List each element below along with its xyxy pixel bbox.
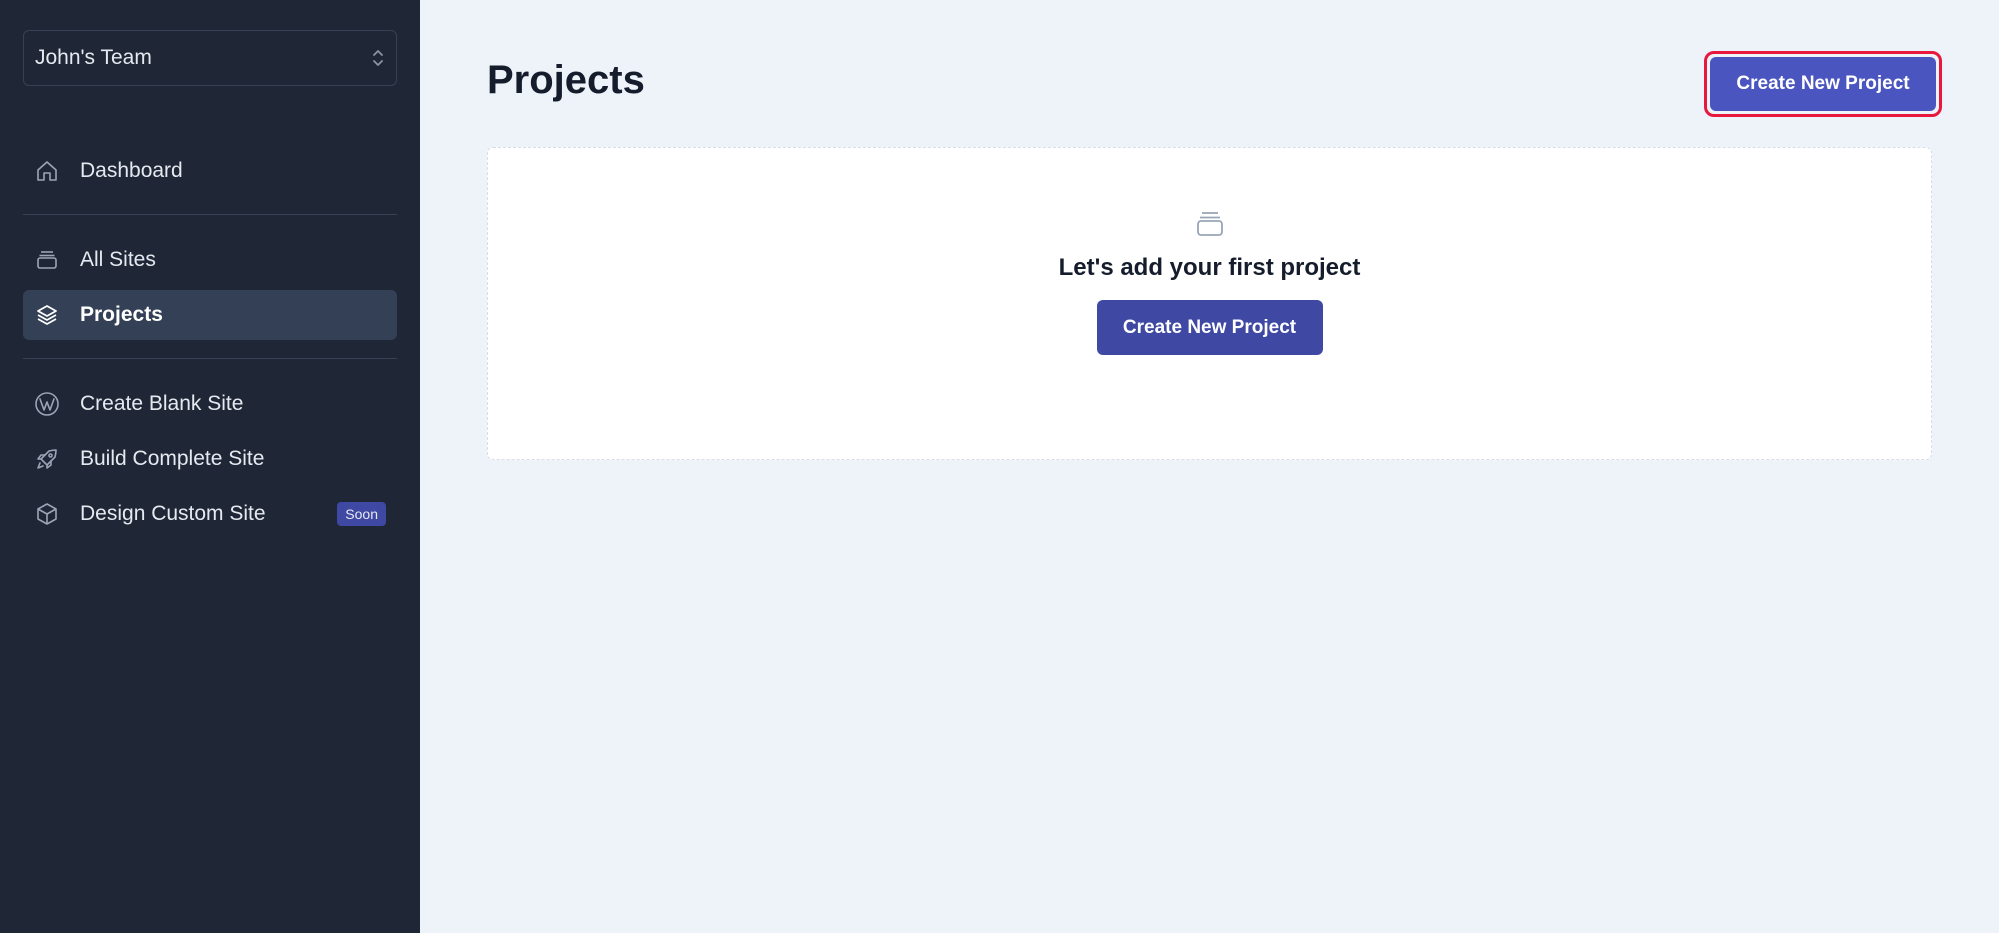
stack-box-icon bbox=[1195, 210, 1225, 240]
team-name: John's Team bbox=[35, 46, 152, 69]
sidebar-divider bbox=[23, 214, 397, 215]
create-new-project-button[interactable]: Create New Project bbox=[1710, 57, 1936, 111]
sidebar-item-label: All Sites bbox=[80, 248, 156, 271]
empty-state-create-button[interactable]: Create New Project bbox=[1096, 300, 1323, 355]
highlight-outline: Create New Project bbox=[1704, 51, 1942, 117]
rocket-icon bbox=[34, 446, 60, 472]
sidebar-item-label: Create Blank Site bbox=[80, 392, 244, 415]
stack-box-icon bbox=[34, 247, 60, 273]
chevron-up-down-icon bbox=[371, 47, 385, 69]
nav-group-main: Dashboard bbox=[23, 146, 397, 196]
sidebar-divider bbox=[23, 358, 397, 359]
nav-group-create: Create Blank Site Build Complete Site De… bbox=[23, 379, 397, 539]
cube-icon bbox=[34, 501, 60, 527]
empty-state-card: Let's add your first project Create New … bbox=[487, 147, 1932, 460]
sidebar-item-label: Build Complete Site bbox=[80, 447, 265, 470]
sidebar-item-label: Projects bbox=[80, 303, 163, 326]
sidebar-item-label: Design Custom Site bbox=[80, 502, 266, 525]
sidebar-item-all-sites[interactable]: All Sites bbox=[23, 235, 397, 285]
wordpress-icon bbox=[34, 391, 60, 417]
sidebar-item-create-blank-site[interactable]: Create Blank Site bbox=[23, 379, 397, 429]
soon-badge: Soon bbox=[337, 502, 386, 526]
sidebar-item-build-complete-site[interactable]: Build Complete Site bbox=[23, 434, 397, 484]
main-content: Projects Create New Project Let's add yo… bbox=[420, 0, 1999, 933]
layers-icon bbox=[34, 302, 60, 328]
empty-state-message: Let's add your first project bbox=[1058, 254, 1361, 281]
sidebar-item-label: Dashboard bbox=[80, 159, 183, 182]
sidebar-item-projects[interactable]: Projects bbox=[23, 290, 397, 340]
sidebar-item-dashboard[interactable]: Dashboard bbox=[23, 146, 397, 196]
page-title: Projects bbox=[487, 58, 645, 102]
team-switcher[interactable]: John's Team bbox=[23, 30, 397, 86]
sidebar: John's Team Dashboard All Sites Projects… bbox=[0, 0, 420, 933]
home-icon bbox=[34, 158, 60, 184]
nav-group-sites: All Sites Projects bbox=[23, 235, 397, 340]
sidebar-item-design-custom-site[interactable]: Design Custom Site Soon bbox=[23, 489, 397, 539]
